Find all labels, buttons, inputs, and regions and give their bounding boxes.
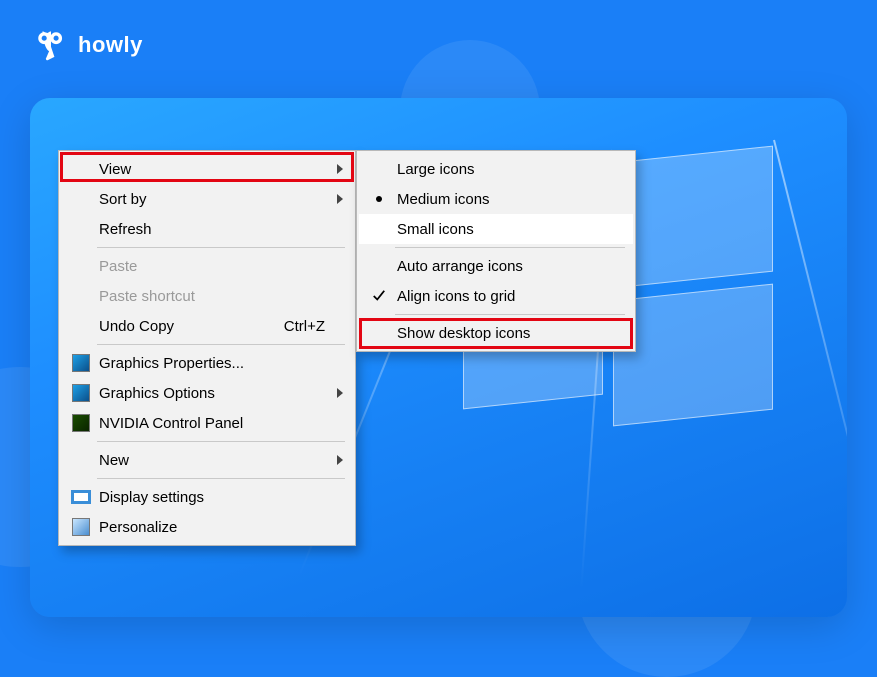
menu-item-view[interactable]: View [61,154,353,184]
chevron-right-icon [337,194,343,204]
menu-label: View [99,161,325,178]
menu-item-graphics-options[interactable]: Graphics Options [61,378,353,408]
menu-label: Paste shortcut [99,288,325,305]
radio-bullet-icon [376,196,382,202]
submenu-item-large-icons[interactable]: Large icons [359,154,633,184]
personalize-icon [72,518,90,536]
submenu-item-small-icons[interactable]: Small icons [359,214,633,244]
menu-separator [97,478,345,479]
owl-icon [34,28,68,62]
submenu-item-medium-icons[interactable]: Medium icons [359,184,633,214]
chevron-right-icon [337,388,343,398]
menu-label: Graphics Options [99,385,325,402]
menu-item-personalize[interactable]: Personalize [61,512,353,542]
menu-label: Paste [99,258,325,275]
menu-separator [395,314,625,315]
menu-item-nvidia-control-panel[interactable]: NVIDIA Control Panel [61,408,353,438]
menu-label: New [99,452,325,469]
menu-separator [97,247,345,248]
menu-item-graphics-properties[interactable]: Graphics Properties... [61,348,353,378]
desktop-wallpaper[interactable]: View Sort by Refresh Paste Paste shortcu… [30,98,847,617]
menu-label: Small icons [397,221,605,238]
menu-label: Display settings [99,489,325,506]
menu-separator [395,247,625,248]
menu-label: NVIDIA Control Panel [99,415,325,432]
check-icon [372,289,386,303]
view-submenu: Large icons Medium icons Small icons Aut… [356,150,636,352]
menu-separator [97,441,345,442]
menu-label: Auto arrange icons [397,258,605,275]
menu-label: Align icons to grid [397,288,605,305]
desktop-context-menu: View Sort by Refresh Paste Paste shortcu… [58,150,356,546]
menu-label: Personalize [99,519,325,536]
submenu-item-auto-arrange-icons[interactable]: Auto arrange icons [359,251,633,281]
intel-icon [72,384,90,402]
menu-item-display-settings[interactable]: Display settings [61,482,353,512]
menu-item-sort-by[interactable]: Sort by [61,184,353,214]
display-icon [71,490,91,504]
menu-label: Show desktop icons [397,325,605,342]
menu-label: Undo Copy [99,318,256,335]
menu-separator [97,344,345,345]
menu-item-paste-shortcut: Paste shortcut [61,281,353,311]
menu-item-paste: Paste [61,251,353,281]
intel-icon [72,354,90,372]
menu-label: Sort by [99,191,325,208]
nvidia-icon [72,414,90,432]
submenu-item-show-desktop-icons[interactable]: Show desktop icons [359,318,633,348]
menu-item-new[interactable]: New [61,445,353,475]
menu-label: Medium icons [397,191,605,208]
menu-label: Graphics Properties... [99,355,325,372]
menu-label: Refresh [99,221,325,238]
chevron-right-icon [337,455,343,465]
menu-item-refresh[interactable]: Refresh [61,214,353,244]
menu-label: Large icons [397,161,605,178]
brand-name: howly [78,32,143,58]
menu-accelerator: Ctrl+Z [284,318,325,335]
menu-item-undo-copy[interactable]: Undo Copy Ctrl+Z [61,311,353,341]
chevron-right-icon [337,164,343,174]
submenu-item-align-icons-to-grid[interactable]: Align icons to grid [359,281,633,311]
brand-logo: howly [34,28,143,62]
